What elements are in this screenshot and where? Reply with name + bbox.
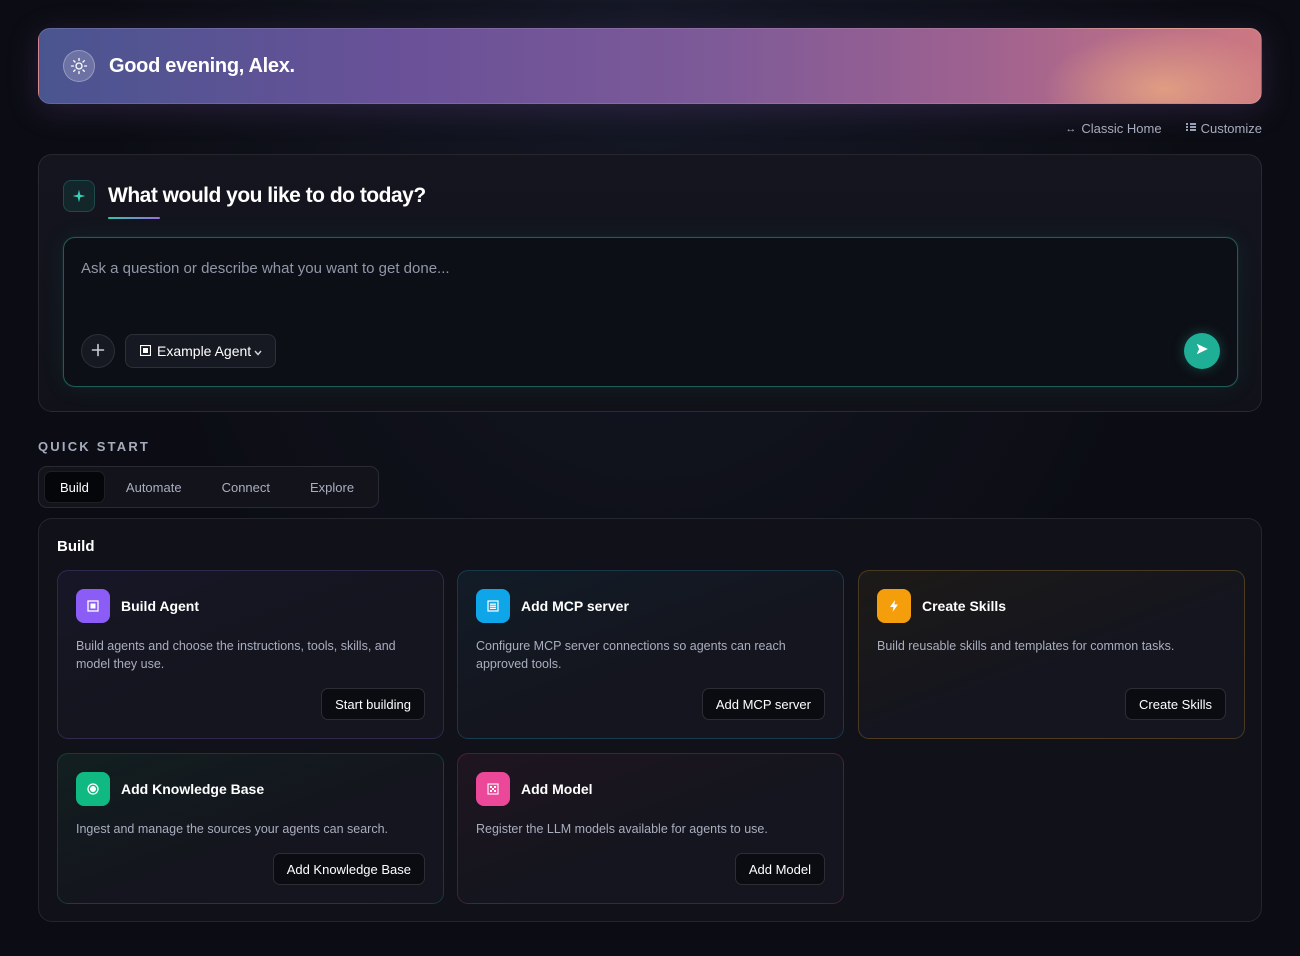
lightning-icon	[877, 589, 911, 623]
chevron-down-icon	[254, 347, 262, 359]
top-links: ↔ Classic Home Customize	[1065, 121, 1262, 136]
card-header: Create Skills	[877, 589, 1006, 623]
database-icon	[76, 772, 110, 806]
greeting-banner: Good evening, Alex.	[38, 28, 1262, 104]
build-panel-title: Build	[57, 538, 95, 555]
card-add-model: Add Model Register the LLM models availa…	[457, 753, 844, 904]
agent-icon	[76, 589, 110, 623]
sparkle-icon	[63, 180, 95, 212]
customize-label: Customize	[1200, 121, 1262, 136]
arrows-horizontal-icon: ↔	[1065, 122, 1077, 135]
start-building-button[interactable]: Start building	[321, 688, 425, 720]
send-icon	[1195, 342, 1209, 361]
card-title: Create Skills	[922, 598, 1007, 614]
tab-automate[interactable]: Automate	[107, 471, 201, 503]
prompt-card: What would you like to do today? Example…	[38, 154, 1262, 412]
card-header: Build Agent	[76, 589, 199, 623]
add-model-button[interactable]: Add Model	[734, 853, 825, 885]
title-underline	[108, 217, 160, 219]
add-mcp-server-button[interactable]: Add MCP server	[701, 688, 825, 720]
card-add-knowledge-base: Add Knowledge Base Ingest and manage the…	[57, 753, 444, 904]
card-header: Add Knowledge Base	[76, 772, 264, 806]
build-panel: Build Build Agent Build agents and choos…	[38, 518, 1262, 922]
card-description: Ingest and manage the sources your agent…	[76, 822, 388, 836]
plus-icon	[91, 340, 105, 363]
agent-selector-label: Example Agent	[157, 343, 252, 359]
agent-selector[interactable]: Example Agent	[125, 334, 277, 368]
add-attachment-button[interactable]	[81, 334, 115, 368]
server-icon	[476, 589, 510, 623]
model-icon	[476, 772, 510, 806]
card-title: Add Model	[521, 781, 593, 797]
grid-icon	[1185, 122, 1196, 135]
greeting-text: Good evening, Alex.	[109, 54, 295, 77]
tab-connect[interactable]: Connect	[203, 471, 289, 503]
card-description: Build reusable skills and templates for …	[877, 639, 1175, 653]
classic-home-link[interactable]: ↔ Classic Home	[1065, 121, 1161, 136]
card-title: Build Agent	[121, 598, 200, 614]
create-skills-button[interactable]: Create Skills	[1125, 688, 1226, 720]
prompt-input[interactable]	[81, 256, 1181, 280]
classic-home-label: Classic Home	[1081, 121, 1162, 136]
card-title: Add MCP server	[521, 598, 629, 614]
home-page: Good evening, Alex. ↔ Classic Home Custo…	[0, 0, 1300, 956]
customize-link[interactable]: Customize	[1185, 121, 1262, 136]
tab-explore[interactable]: Explore	[291, 471, 373, 503]
prompt-title: What would you like to do today?	[108, 184, 426, 207]
prompt-box: Example Agent	[63, 237, 1238, 387]
card-description: Build agents and choose the instructions…	[76, 639, 396, 671]
card-build-agent: Build Agent Build agents and choose the …	[57, 570, 444, 739]
tab-build[interactable]: Build	[44, 471, 105, 503]
prompt-header: What would you like to do today?	[63, 180, 426, 212]
card-header: Add Model	[476, 772, 593, 806]
send-button[interactable]	[1184, 333, 1220, 369]
card-add-mcp-server: Add MCP server Configure MCP server conn…	[457, 570, 844, 739]
card-description: Register the LLM models available for ag…	[476, 822, 768, 836]
card-header: Add MCP server	[476, 589, 629, 623]
quick-start-tabs: Build Automate Connect Explore	[38, 466, 380, 508]
agent-icon	[139, 343, 152, 359]
add-knowledge-base-button[interactable]: Add Knowledge Base	[272, 853, 425, 885]
card-create-skills: Create Skills Build reusable skills and …	[858, 570, 1245, 739]
card-description: Configure MCP server connections so agen…	[476, 639, 786, 671]
card-title: Add Knowledge Base	[121, 781, 265, 797]
quick-start-label: QUICK START	[38, 439, 151, 454]
sun-icon	[63, 50, 95, 82]
